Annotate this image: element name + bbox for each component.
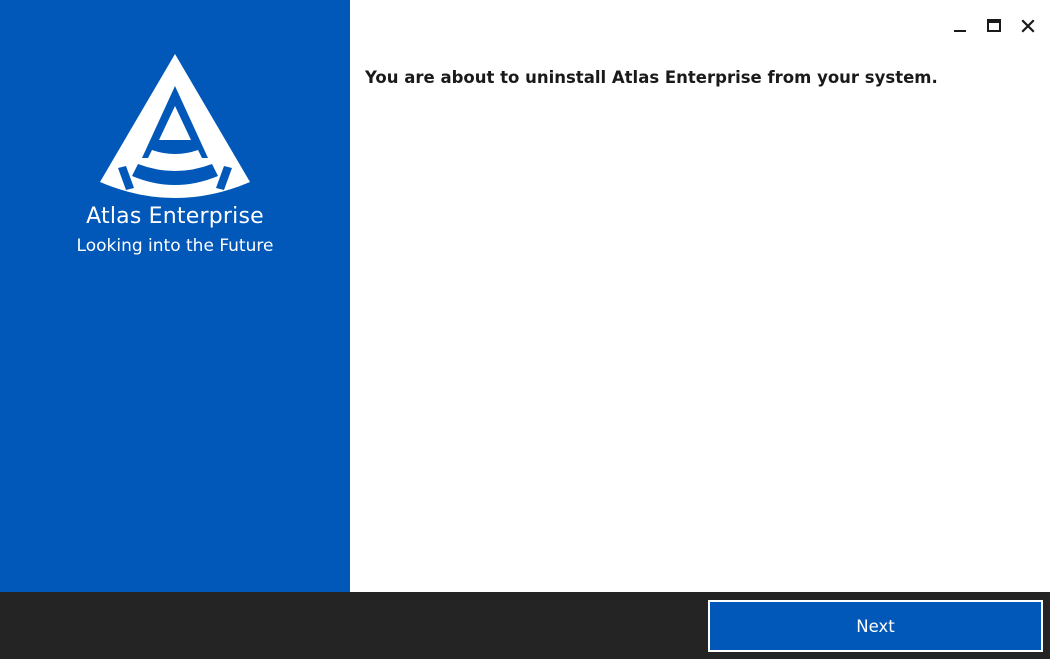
minimize-icon <box>954 30 966 32</box>
content-panel: You are about to uninstall Atlas Enterpr… <box>350 0 1050 592</box>
uninstall-message: You are about to uninstall Atlas Enterpr… <box>365 68 938 87</box>
app-name: Atlas Enterprise <box>86 204 264 229</box>
footer-bar: Next <box>0 592 1050 659</box>
close-icon <box>1021 19 1035 33</box>
maximize-icon <box>987 19 1001 32</box>
maximize-button[interactable] <box>984 12 1004 40</box>
window-controls <box>950 12 1038 40</box>
minimize-button[interactable] <box>950 12 970 40</box>
uninstaller-window: Atlas Enterprise Looking into the Future <box>0 0 1050 659</box>
atlas-a-logo-icon <box>100 54 250 198</box>
app-tagline: Looking into the Future <box>76 236 274 256</box>
sidebar-panel: Atlas Enterprise Looking into the Future <box>0 0 350 592</box>
next-button[interactable]: Next <box>708 600 1043 652</box>
close-button[interactable] <box>1018 12 1038 40</box>
